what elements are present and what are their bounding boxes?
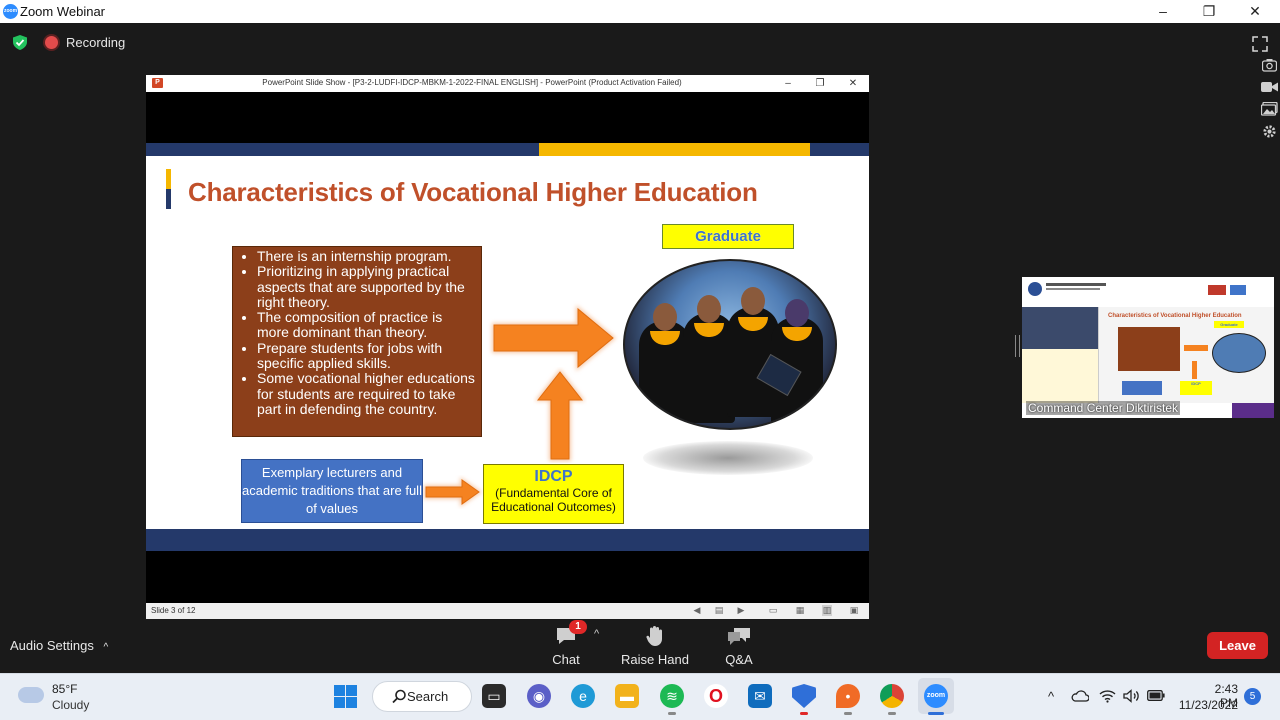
- edge-icon[interactable]: e: [571, 684, 595, 708]
- normal-view-icon[interactable]: ▭: [768, 605, 778, 616]
- shield-icon[interactable]: [13, 35, 27, 50]
- maps-running-indicator: [844, 712, 852, 715]
- window-title: Zoom Webinar: [20, 4, 106, 19]
- participant-video-thumbnail[interactable]: Characteristics of Vocational Higher Edu…: [1022, 277, 1274, 418]
- slide-sorter-icon[interactable]: ▦: [795, 605, 805, 616]
- opera-icon[interactable]: O: [704, 684, 728, 708]
- slideshow-view-icon[interactable]: ▣: [849, 605, 859, 616]
- idcp-box: IDCP (Fundamental Core of Educational Ou…: [483, 464, 624, 524]
- leave-button[interactable]: Leave: [1207, 632, 1268, 659]
- taskbar-clock-date[interactable]: 11/23/2022: [1176, 698, 1238, 712]
- list-item: The composition of practice is more domi…: [257, 310, 475, 341]
- close-button[interactable]: ✕: [1232, 0, 1278, 23]
- weather-condition[interactable]: Cloudy: [52, 698, 89, 712]
- window-title-bar: zoom Zoom Webinar – ❐ ✕: [0, 0, 1280, 23]
- list-item: Prioritizing in applying practical aspec…: [257, 264, 475, 310]
- task-view-icon[interactable]: ▭: [482, 684, 506, 708]
- meeting-top-bar: [0, 23, 1280, 63]
- idcp-title: IDCP: [534, 468, 573, 485]
- slide-yellow-stripe: [539, 143, 810, 156]
- list-item: Some vocational higher educations for st…: [257, 371, 475, 417]
- record-icon: [45, 36, 58, 49]
- slide-bottom-stripe: [146, 529, 869, 551]
- graduate-label: Graduate: [662, 224, 794, 249]
- qa-icon[interactable]: [726, 626, 752, 646]
- slide-menu-icon[interactable]: ▤: [714, 605, 724, 616]
- characteristics-list: There is an internship program. Prioriti…: [232, 246, 482, 437]
- list-item: Prepare students for jobs with specific …: [257, 340, 475, 372]
- slide-title: Characteristics of Vocational Higher Edu…: [188, 177, 758, 207]
- thumb-idcp: IDCP: [1180, 381, 1212, 395]
- recording-label[interactable]: Recording: [66, 35, 125, 50]
- reading-view-icon[interactable]: ▥: [822, 605, 832, 616]
- ppt-status-bar: Slide 3 of 12 ◀ ▤ ▶ ▭ ▦ ▥ ▣: [146, 603, 869, 619]
- windows-start-icon[interactable]: [334, 685, 357, 708]
- chat-options-chevron-icon[interactable]: ^: [594, 628, 599, 640]
- battery-icon[interactable]: [1147, 690, 1165, 701]
- ppt-window-title: PowerPoint Slide Show - [P3-2-LUDFI-IDCP…: [262, 78, 682, 87]
- chat-button-label[interactable]: Chat: [541, 652, 591, 667]
- maps-icon[interactable]: •: [836, 684, 860, 708]
- teams-icon[interactable]: ◉: [527, 684, 551, 708]
- title-accent-bar-bottom: [166, 189, 171, 209]
- search-icon: [392, 689, 406, 704]
- settings-icon[interactable]: [1262, 124, 1277, 139]
- participant-name: Command Center Diktiristek: [1026, 401, 1181, 415]
- powerpoint-window: P PowerPoint Slide Show - [P3-2-LUDFI-ID…: [146, 75, 869, 619]
- thumb-graduate: Graduate: [1214, 321, 1244, 328]
- thumb-slide-title: Characteristics of Vocational Higher Edu…: [1108, 313, 1242, 319]
- photo-shadow: [643, 441, 813, 475]
- search-label: Search: [407, 689, 449, 704]
- notification-badge[interactable]: 5: [1244, 688, 1261, 705]
- lecturers-box: Exemplary lecturers and academic traditi…: [241, 459, 423, 523]
- security-alert-indicator: [800, 712, 808, 715]
- slide-counter: Slide 3 of 12: [151, 606, 196, 615]
- ppt-maximize-button[interactable]: ❐: [810, 76, 830, 91]
- onedrive-cloud-icon[interactable]: [1071, 690, 1089, 702]
- zoom-logo-icon: zoom: [3, 4, 18, 19]
- mail-icon[interactable]: ✉: [748, 684, 772, 708]
- maximize-button[interactable]: ❐: [1186, 0, 1232, 23]
- chat-unread-badge: 1: [569, 620, 587, 634]
- graduates-photo: [623, 259, 837, 430]
- weather-icon[interactable]: [18, 687, 44, 703]
- zoom-active-indicator: [928, 712, 944, 715]
- gallery-icon[interactable]: [1261, 102, 1278, 116]
- zoom-icon[interactable]: zoom: [924, 684, 948, 708]
- hand-icon[interactable]: [646, 625, 664, 647]
- small-right-arrow-icon: [424, 477, 482, 507]
- ppt-close-button[interactable]: ✕: [843, 76, 863, 91]
- spotify-running-indicator: [668, 712, 676, 715]
- minimize-button[interactable]: –: [1140, 0, 1186, 23]
- right-arrow-icon: [492, 305, 616, 371]
- chrome-icon[interactable]: [880, 684, 904, 708]
- thumbnail-resize-handle[interactable]: [1015, 335, 1020, 357]
- previous-slide-icon[interactable]: ◀: [692, 605, 702, 616]
- next-slide-icon[interactable]: ▶: [736, 605, 746, 616]
- fullscreen-icon[interactable]: [1252, 36, 1268, 52]
- ppt-minimize-button[interactable]: –: [778, 76, 798, 91]
- weather-temperature[interactable]: 85°F: [52, 682, 77, 696]
- list-item: There is an internship program.: [257, 248, 475, 264]
- idcp-subtitle: (Fundamental Core of Educational Outcome…: [491, 486, 616, 514]
- raise-hand-button-label[interactable]: Raise Hand: [618, 652, 692, 667]
- taskbar-search-input[interactable]: Search: [372, 681, 472, 712]
- video-icon[interactable]: [1261, 81, 1278, 93]
- audio-settings-button[interactable]: Audio Settings ^: [10, 638, 108, 653]
- wifi-icon[interactable]: [1099, 689, 1116, 703]
- camera-icon[interactable]: [1262, 58, 1277, 72]
- spotify-icon[interactable]: ≋: [660, 684, 684, 708]
- qa-button-label[interactable]: Q&A: [714, 652, 764, 667]
- file-explorer-icon[interactable]: ▬: [615, 684, 639, 708]
- show-hidden-icons-chevron-icon[interactable]: ^: [1048, 689, 1054, 704]
- chevron-up-icon: ^: [103, 642, 109, 653]
- ppt-title-bar: P PowerPoint Slide Show - [P3-2-LUDFI-ID…: [146, 75, 869, 92]
- audio-settings-label: Audio Settings: [10, 638, 94, 653]
- slide-canvas: Characteristics of Vocational Higher Edu…: [146, 143, 869, 551]
- chrome-running-indicator: [888, 712, 896, 715]
- volume-icon[interactable]: [1123, 689, 1140, 703]
- up-arrow-icon: [535, 369, 585, 461]
